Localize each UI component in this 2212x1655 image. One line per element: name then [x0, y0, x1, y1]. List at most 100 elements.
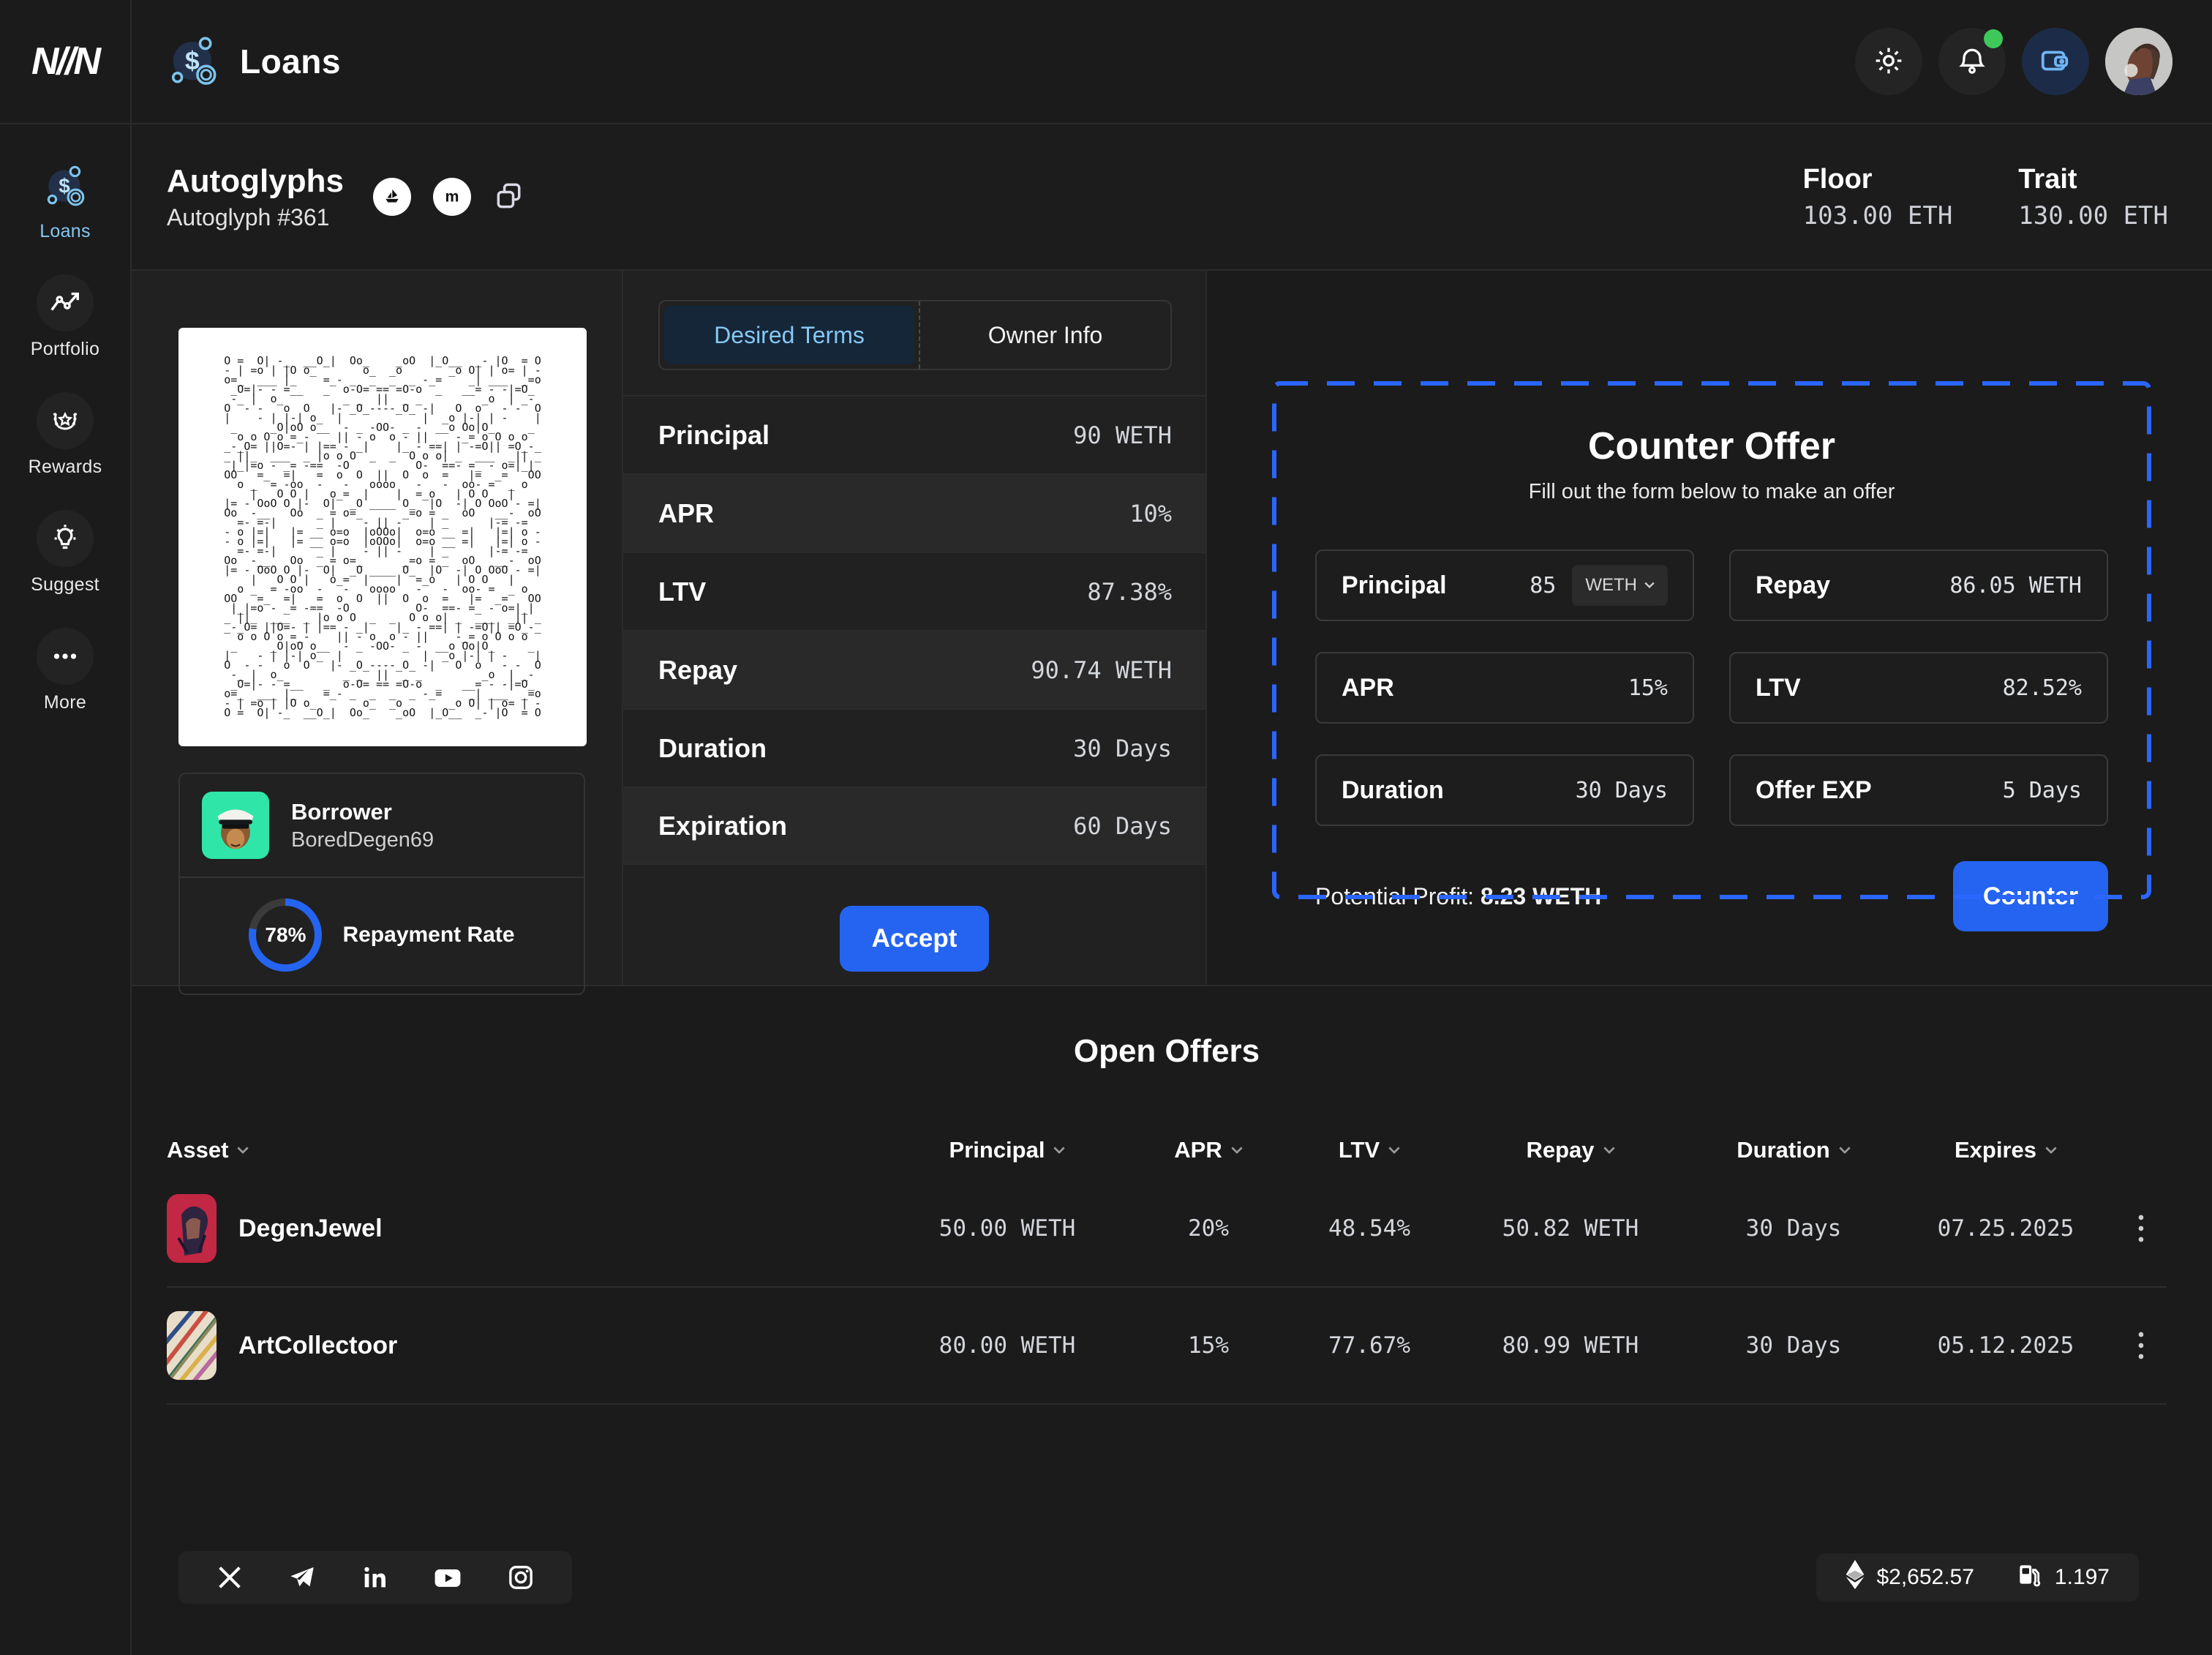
borrower-card: Borrower BoredDegen69 78% Repayment Rate	[178, 773, 585, 995]
topbar: N//N $ Loans	[0, 0, 2212, 124]
autoglyph-art: O = O| -_ __O_| Oo_ _oO |_O__ _- |O = O …	[224, 354, 541, 719]
lightbulb-icon	[37, 510, 94, 567]
sidebar-item-rewards[interactable]: Rewards	[29, 392, 102, 478]
svg-text:m: m	[445, 188, 459, 206]
repayment-ring: 78%	[249, 898, 323, 972]
settings-button[interactable]	[1855, 28, 1922, 95]
borrower-label: Borrower	[291, 798, 392, 825]
sort-ltv[interactable]: LTV	[1289, 1137, 1450, 1163]
notification-dot	[1984, 29, 2003, 48]
social-links	[178, 1551, 572, 1604]
gas-price: 1.197	[2015, 1561, 2110, 1594]
chevron-down-icon	[1231, 1147, 1243, 1154]
offer-asset-avatar	[167, 1194, 217, 1263]
user-avatar[interactable]	[2105, 28, 2172, 95]
linkedin-icon[interactable]	[360, 1563, 389, 1592]
page-title: Loans	[240, 42, 341, 80]
offer-exp-field[interactable]: Offer EXP 5 Days	[1729, 754, 2108, 826]
youtube-icon[interactable]	[432, 1561, 464, 1594]
wallet-icon	[2039, 44, 2072, 80]
terms-panel: Desired Terms Owner Info Principal 90 WE…	[623, 271, 1207, 985]
offer-row-degenjewel[interactable]: DegenJewel 50.00 WETH 20% 48.54% 50.82 W…	[167, 1171, 2167, 1288]
repay-field[interactable]: Repay 86.05 WETH	[1729, 549, 2108, 621]
floor-stat: Floor 103.00 ETH	[1803, 164, 1953, 230]
repayment-rate-label: Repayment Rate	[342, 923, 515, 947]
eth-icon	[1846, 1560, 1865, 1595]
borrower-name: BoredDegen69	[291, 828, 434, 852]
asset-header: Autoglyphs Autoglyph #361 m Floor 103.00…	[132, 124, 2212, 271]
offer-row-artcollectoor[interactable]: ArtCollectoor 80.00 WETH 15% 77.67% 80.9…	[167, 1288, 2167, 1405]
tab-desired-terms[interactable]: Desired Terms	[664, 306, 914, 364]
copy-address-button[interactable]	[493, 180, 525, 214]
instagram-icon[interactable]	[506, 1563, 535, 1592]
sidebar-item-label: Loans	[40, 221, 91, 241]
offer-menu-button[interactable]	[2115, 1214, 2167, 1243]
counter-button[interactable]: Counter	[1953, 861, 2108, 931]
apr-field[interactable]: APR 15%	[1315, 652, 1694, 724]
chevron-down-icon	[237, 1147, 249, 1154]
offers-table-header: Asset Principal APR LTV Repay Duration E…	[167, 1137, 2167, 1163]
kebab-icon	[2138, 1332, 2144, 1359]
sidebar: $ Loans Portfolio Rewards Suggest More	[0, 124, 132, 1655]
sort-asset[interactable]: Asset	[167, 1137, 887, 1163]
term-row-principal: Principal 90 WETH	[623, 395, 1205, 473]
chevron-down-icon	[1603, 1147, 1615, 1154]
counter-offer-section: Counter Offer Fill out the form below to…	[1207, 271, 2212, 985]
offer-asset-name: ArtCollectoor	[238, 1331, 398, 1359]
eth-price: $2,652.57	[1846, 1560, 1974, 1595]
principal-field[interactable]: Principal 85 WETH	[1315, 549, 1694, 621]
loans-icon: $	[165, 32, 221, 91]
tab-owner-info[interactable]: Owner Info	[919, 301, 1170, 369]
brand-logo: N//N	[31, 40, 101, 83]
trait-label: Trait	[2018, 163, 2077, 195]
potential-profit-value: 8.23 WETH	[1480, 882, 1602, 909]
copy-icon	[493, 180, 525, 214]
portfolio-icon	[36, 274, 94, 331]
sidebar-item-loans[interactable]: $ Loans	[37, 157, 94, 242]
chevron-down-icon	[1388, 1147, 1400, 1154]
opensea-icon[interactable]	[372, 178, 411, 216]
counter-offer-subtitle: Fill out the form below to make an offer	[1528, 480, 1895, 503]
sidebar-item-label: More	[43, 692, 87, 713]
counter-offer-box: Counter Offer Fill out the form below to…	[1271, 380, 2152, 931]
sort-expires[interactable]: Expires	[1896, 1137, 2115, 1163]
wallet-button[interactable]	[2022, 28, 2089, 95]
trait-stat: Trait 130.00 ETH	[2018, 164, 2168, 230]
sort-principal[interactable]: Principal	[887, 1137, 1128, 1163]
accept-button[interactable]: Accept	[840, 906, 989, 972]
app-root: N//N $ Loans $ Loans Portfolio Rewards S…	[0, 0, 2212, 1655]
counter-offer-title: Counter Offer	[1588, 425, 1835, 468]
sidebar-item-label: Rewards	[28, 457, 102, 477]
terms-list: Principal 90 WETH APR 10% LTV 87.38% Rep…	[623, 395, 1205, 865]
potential-profit: Potential Profit: 8.23 WETH	[1315, 882, 1602, 909]
footer: $2,652.57 1.197	[132, 1551, 2212, 1655]
asset-panel: O = O| -_ __O_| Oo_ _oO |_O__ _- |O = O …	[132, 271, 623, 995]
sidebar-item-label: Suggest	[31, 574, 99, 595]
sort-apr[interactable]: APR	[1128, 1137, 1289, 1163]
kebab-icon	[2138, 1215, 2144, 1242]
ltv-field[interactable]: LTV 82.52%	[1729, 652, 2108, 724]
marketplace-icon[interactable]: m	[432, 178, 471, 216]
term-row-duration: Duration 30 Days	[623, 708, 1205, 787]
offer-menu-button[interactable]	[2115, 1331, 2167, 1360]
terms-tabs: Desired Terms Owner Info	[658, 300, 1172, 370]
chevron-down-icon	[1053, 1147, 1066, 1154]
telegram-icon[interactable]	[287, 1562, 317, 1593]
term-row-expiration: Expiration 60 Days	[623, 787, 1205, 865]
sidebar-item-more[interactable]: More	[37, 628, 94, 713]
logo-area: N//N	[0, 0, 132, 123]
sidebar-item-suggest[interactable]: Suggest	[31, 510, 99, 596]
gear-icon	[1873, 45, 1905, 79]
sort-repay[interactable]: Repay	[1450, 1137, 1691, 1163]
sort-duration[interactable]: Duration	[1691, 1137, 1896, 1163]
x-twitter-icon[interactable]	[215, 1563, 244, 1592]
sidebar-item-portfolio[interactable]: Portfolio	[31, 274, 99, 360]
rewards-icon	[37, 392, 94, 449]
open-offers-title: Open Offers	[1073, 1033, 1260, 1069]
token-name: Autoglyph #361	[167, 203, 330, 230]
chevron-down-icon	[1839, 1147, 1851, 1154]
notifications-button[interactable]	[1938, 28, 2006, 95]
currency-dropdown[interactable]: WETH	[1572, 565, 1668, 606]
duration-field[interactable]: Duration 30 Days	[1315, 754, 1694, 826]
offer-asset-avatar	[167, 1311, 217, 1380]
